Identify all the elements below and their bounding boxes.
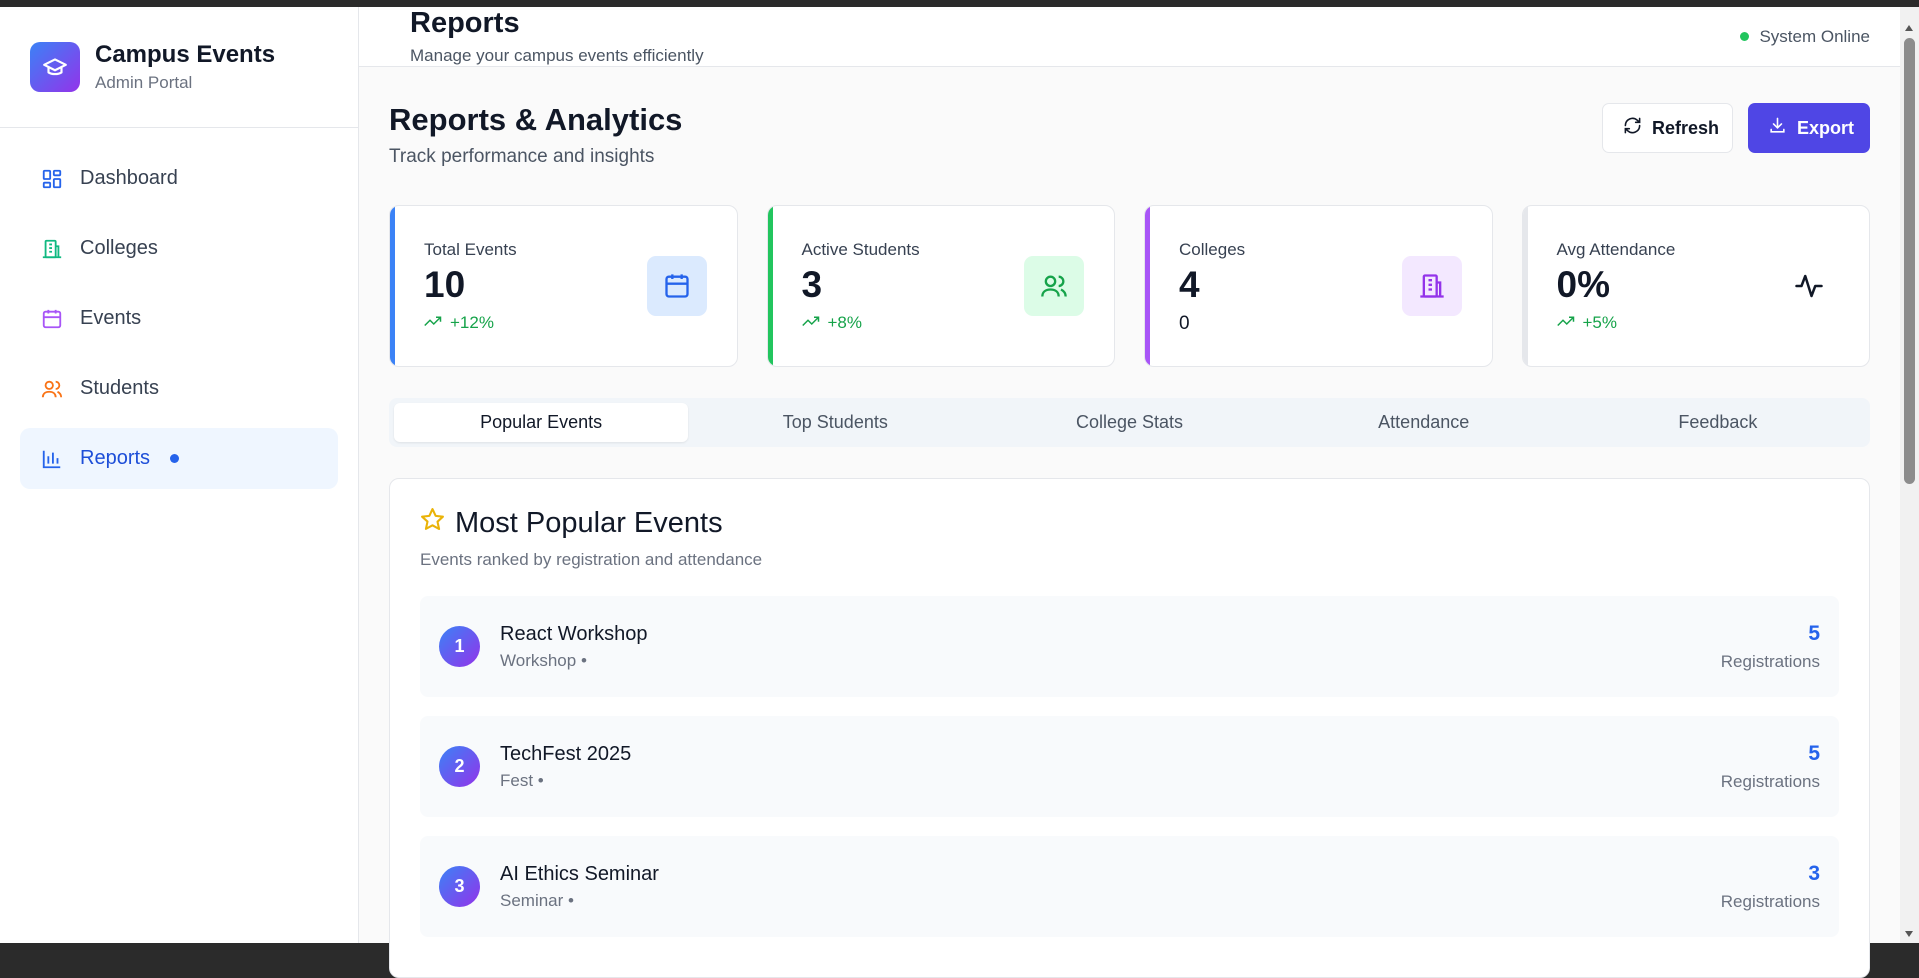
tab-feedback[interactable]: Feedback <box>1571 403 1865 442</box>
event-name: React Workshop <box>500 622 648 645</box>
section-title: Reports & Analytics <box>389 102 683 137</box>
stat-trend: +12% <box>424 313 737 333</box>
scroll-up-arrow-icon[interactable] <box>1905 25 1913 31</box>
registration-count: 3 <box>1808 861 1820 885</box>
scroll-down-arrow-icon[interactable] <box>1905 931 1913 937</box>
status-dot-icon <box>1740 32 1750 41</box>
event-type: Workshop • <box>500 650 587 670</box>
calendar-icon <box>40 307 64 331</box>
trending-up-icon <box>801 313 820 333</box>
export-label: Export <box>1797 117 1855 138</box>
graduation-cap-icon <box>30 42 80 92</box>
sidebar: Campus Events Admin Portal Dashboard Col… <box>0 7 359 943</box>
trending-up-icon <box>1556 313 1575 333</box>
stat-card-active-students: Active Students 3 +8% <box>766 205 1115 367</box>
sidebar-item-events[interactable]: Events <box>20 288 338 349</box>
rank-badge: 1 <box>439 626 480 667</box>
rank-badge: 2 <box>439 746 480 787</box>
events-list: 1 React Workshop Workshop • 5 Registrati… <box>420 596 1839 937</box>
panel-title-text: Most Popular Events <box>455 507 723 539</box>
activity-icon <box>1779 256 1839 316</box>
tab-college-stats[interactable]: College Stats <box>982 403 1276 442</box>
sidebar-item-reports[interactable]: Reports <box>20 428 338 489</box>
export-button[interactable]: Export <box>1748 103 1870 153</box>
stat-trend: +8% <box>801 313 1115 333</box>
stat-trend-value: +8% <box>827 313 863 332</box>
building-icon <box>40 237 64 261</box>
calendar-icon <box>646 256 707 316</box>
building-icon <box>1401 256 1462 316</box>
stat-card-total-events: Total Events 10 +12% <box>389 205 738 367</box>
registration-label: Registrations <box>1720 651 1820 671</box>
brand-subtitle: Admin Portal <box>95 73 193 92</box>
active-indicator-dot <box>170 454 180 463</box>
sidebar-item-label: Dashboard <box>80 167 178 189</box>
brand: Campus Events Admin Portal <box>0 7 358 128</box>
sidebar-item-dashboard[interactable]: Dashboard <box>20 148 338 209</box>
event-name: AI Ethics Seminar <box>500 862 659 885</box>
content-header: Reports & Analytics Track performance an… <box>389 102 1870 205</box>
scrollbar-thumb[interactable] <box>1904 38 1915 484</box>
tab-top-students[interactable]: Top Students <box>688 403 982 442</box>
sidebar-item-label: Colleges <box>80 237 158 259</box>
dashboard-icon <box>40 167 64 191</box>
registration-count: 5 <box>1808 621 1820 645</box>
sidebar-item-colleges[interactable]: Colleges <box>20 218 338 279</box>
sidebar-item-label: Students <box>80 377 159 399</box>
sidebar-item-label: Events <box>80 307 142 329</box>
refresh-label: Refresh <box>1652 117 1720 138</box>
registration-label: Registrations <box>1720 771 1820 791</box>
rank-badge: 3 <box>439 866 480 907</box>
panel-title: Most Popular Events <box>420 507 1839 540</box>
refresh-icon <box>1623 116 1642 140</box>
list-item[interactable]: 3 AI Ethics Seminar Seminar • 3 Registra… <box>420 836 1839 937</box>
users-icon <box>1024 256 1084 316</box>
content: Reports & Analytics Track performance an… <box>359 67 1900 978</box>
app-window: Campus Events Admin Portal Dashboard Col… <box>0 7 1900 978</box>
list-item[interactable]: 2 TechFest 2025 Fest • 5 Registrations <box>420 716 1839 817</box>
tab-attendance[interactable]: Attendance <box>1277 403 1571 442</box>
stat-accent-bar <box>1145 206 1150 366</box>
sidebar-nav: Dashboard Colleges Events Students Repor… <box>0 128 358 518</box>
report-tabs: Popular Events Top Students College Stat… <box>389 398 1870 447</box>
event-name: TechFest 2025 <box>500 742 632 765</box>
topbar: Reports Manage your campus events effici… <box>359 7 1900 67</box>
stat-accent-bar <box>390 206 395 366</box>
star-icon <box>420 507 445 540</box>
header-actions: Refresh Export <box>1602 103 1870 153</box>
brand-title: Campus Events <box>95 41 276 68</box>
bar-chart-icon <box>40 447 64 471</box>
registration-label: Registrations <box>1720 891 1820 911</box>
tab-popular-events[interactable]: Popular Events <box>394 403 689 442</box>
page-subtitle: Manage your campus events efficiently <box>410 46 704 65</box>
page-scrollbar[interactable] <box>1900 7 1919 943</box>
stat-accent-bar <box>1522 206 1528 366</box>
download-icon <box>1768 116 1787 140</box>
sidebar-item-students[interactable]: Students <box>20 358 338 419</box>
stat-trend-value: +5% <box>1582 313 1618 332</box>
main-area: Reports Manage your campus events effici… <box>359 7 1900 978</box>
stat-accent-bar <box>767 206 773 366</box>
stat-extra-value: 0 <box>1179 313 1190 334</box>
event-type: Seminar • <box>500 890 574 910</box>
trending-up-icon <box>424 313 442 333</box>
sidebar-item-label: Reports <box>80 447 151 469</box>
popular-events-panel: Most Popular Events Events ranked by reg… <box>389 478 1870 978</box>
page-title: Reports <box>410 7 520 39</box>
users-icon <box>40 377 64 401</box>
section-subtitle: Track performance and insights <box>389 146 655 167</box>
stat-trend: +5% <box>1556 313 1870 333</box>
stat-card-colleges: Colleges 4 0 <box>1144 205 1493 367</box>
stat-trend-value: +12% <box>450 313 494 332</box>
panel-subtitle: Events ranked by registration and attend… <box>420 550 763 569</box>
system-status: System Online <box>1740 27 1870 47</box>
list-item[interactable]: 1 React Workshop Workshop • 5 Registrati… <box>420 596 1839 697</box>
refresh-button[interactable]: Refresh <box>1602 103 1733 153</box>
stats-row: Total Events 10 +12% Active Students 3 +… <box>389 205 1870 367</box>
stat-card-avg-attendance: Avg Attendance 0% +5% <box>1521 205 1870 367</box>
registration-count: 5 <box>1808 741 1820 765</box>
event-type: Fest • <box>500 770 544 790</box>
status-text: System Online <box>1759 26 1870 46</box>
